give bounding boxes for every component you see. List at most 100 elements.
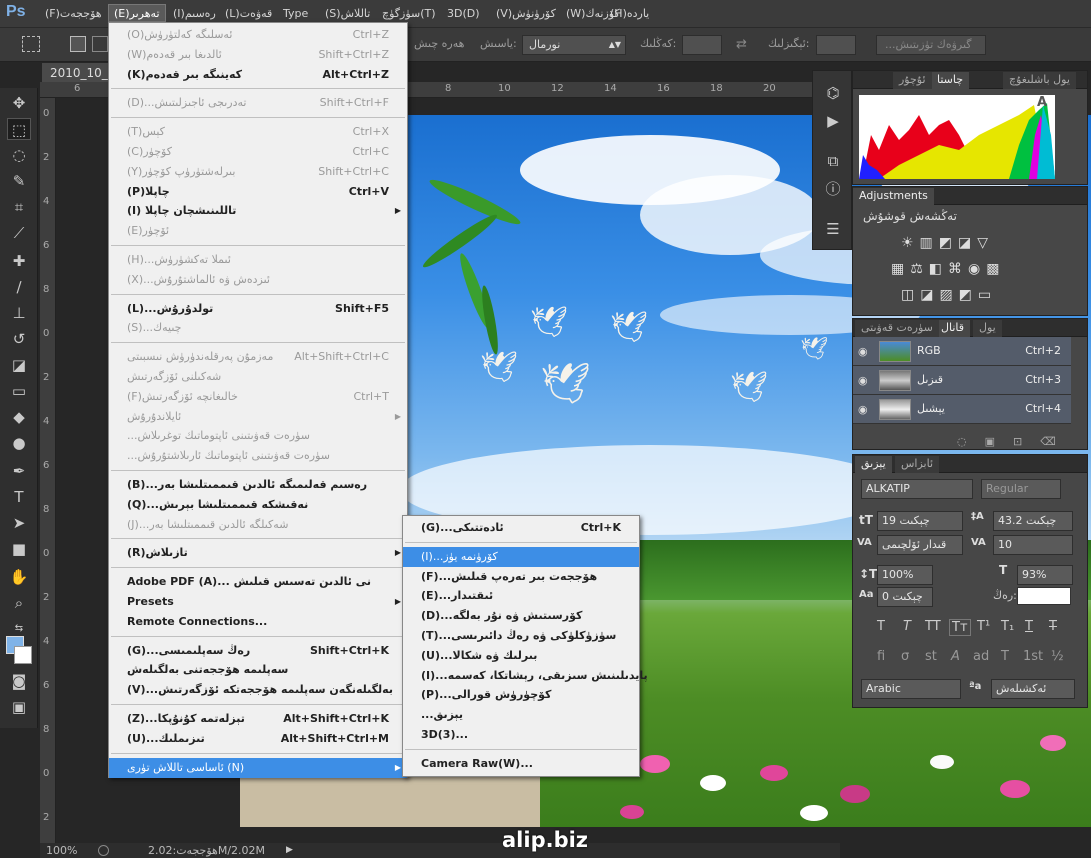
menu-select[interactable]: (S)تاللاش — [320, 5, 375, 23]
menu-item[interactable]: (P)چاپلا Ctrl+V — [109, 182, 407, 202]
marquee-preset-icon[interactable] — [22, 36, 40, 52]
crop-tool-icon[interactable]: ⌗ — [7, 196, 31, 218]
ordinals-button[interactable]: 1st — [1023, 649, 1043, 664]
vertical-scale-input[interactable]: 100% — [877, 565, 933, 585]
menu-filter[interactable]: سۈزگۈچ(T) — [377, 5, 441, 23]
tab-histogram[interactable]: چاستا — [931, 72, 970, 89]
type-tool-icon[interactable]: T — [7, 486, 31, 508]
width-input[interactable] — [682, 35, 722, 55]
menu-item[interactable]: (V)...بەلگىلەنگەن سەپلىمە ھۆججەتكە ئۆزگە… — [109, 680, 407, 700]
menu-item[interactable]: (F)...ھۆججەت بىر تەرەپ قىلىش — [403, 567, 639, 587]
menu-item[interactable]: Camera Raw(W)... — [403, 754, 639, 774]
baseline-shift-input[interactable]: چېكىت 0 — [877, 587, 933, 607]
menu-item[interactable]: ئاساسى تاللاش تۈرى (N) ▶ — [109, 757, 407, 778]
fractions-button[interactable]: ½ — [1051, 649, 1064, 664]
swash-button[interactable]: A — [951, 649, 960, 664]
tab-paths[interactable]: يول — [973, 320, 1002, 337]
eye-icon[interactable]: ◉ — [858, 345, 868, 358]
menu-item[interactable]: (K)كەينىگە بىر قەدەم Alt+Ctrl+Z — [109, 65, 407, 85]
brush-tool-icon[interactable]: ∕ — [7, 276, 31, 298]
adjustments-row-2[interactable]: ▦⚖◧⌘◉▩ — [891, 261, 1005, 277]
menu-file[interactable]: (F)ھۆججەت — [40, 5, 107, 23]
tab-channels[interactable]: قانال — [935, 320, 971, 337]
stylistic-alternates-button[interactable]: ad — [973, 649, 989, 664]
history-icon[interactable]: ⌬ — [823, 83, 843, 103]
marquee-tool-icon[interactable]: ⬚ — [7, 118, 31, 140]
blur-tool-icon[interactable]: ◆ — [7, 406, 31, 428]
eraser-tool-icon[interactable]: ◪ — [7, 354, 31, 376]
subscript-button[interactable]: T₁ — [1001, 619, 1014, 634]
menu-item[interactable]: ...يېزىق — [403, 705, 639, 725]
healing-brush-icon[interactable]: ✚ — [7, 250, 31, 272]
menu-item[interactable]: (I)...كۆرۈنمە يۈز — [403, 546, 639, 567]
gradient-tool-icon[interactable]: ▭ — [7, 380, 31, 402]
font-family-select[interactable]: ALKATIP — [861, 479, 973, 499]
text-color-swatch[interactable] — [1017, 587, 1071, 605]
channel-row[interactable]: ◉ قىزىل Ctrl+3 — [853, 366, 1071, 395]
menu-item[interactable]: (B)...رەسىم قەلىمىگە ئالدىن قىممىتلىشا ب… — [109, 475, 407, 495]
menu-item[interactable]: (D)...كۆرسىتىش ۋە نۇر بەلگە — [403, 606, 639, 626]
zoom-level[interactable]: 100% — [46, 843, 77, 858]
underline-button[interactable]: T — [1025, 619, 1033, 634]
ligature-button[interactable]: fi — [877, 649, 885, 664]
superscript-button[interactable]: T¹ — [977, 619, 990, 634]
quick-select-tool-icon[interactable]: ✎ — [7, 170, 31, 192]
layer-comps-icon[interactable]: ⧉ — [823, 151, 843, 171]
tab-layers[interactable]: سۈرەت قەۋىتى — [855, 320, 939, 337]
all-caps-button[interactable]: TT — [925, 619, 941, 634]
history-brush-icon[interactable]: ↺ — [7, 328, 31, 350]
titling-button[interactable]: T — [1001, 649, 1009, 664]
menu-3d[interactable]: 3D(D) — [442, 5, 485, 23]
small-caps-button[interactable]: Tт — [949, 619, 971, 636]
lasso-tool-icon[interactable]: ◌ — [7, 144, 31, 166]
tab-adjustments[interactable]: Adjustments — [853, 188, 934, 205]
height-input[interactable] — [816, 35, 856, 55]
menu-item[interactable]: (G)...ئادەتتىكى Ctrl+K — [403, 518, 639, 538]
pen-tool-icon[interactable]: ✒ — [7, 460, 31, 482]
menu-item[interactable]: سەپلىمە ھۆججەتنى بەلگىلەش — [109, 660, 407, 680]
zoom-tool-icon[interactable]: ⌕ — [7, 592, 31, 614]
style-select[interactable]: نورمال ▲▼ — [522, 35, 626, 55]
adjustments-row-1[interactable]: ☀▥◩◪▽ — [901, 235, 994, 251]
menu-item[interactable]: (I)...پايدىلىنىش سىزىقى، رېشاتكا، كەسمە — [403, 666, 648, 686]
menu-item[interactable]: (Q)...نەقىشكە قىممىتلىشا بېرىش — [109, 495, 407, 515]
info-panel-icon[interactable]: ⓘ — [823, 179, 843, 199]
eyedropper-tool-icon[interactable]: ⟋ — [7, 222, 31, 244]
menu-image[interactable]: (I)رەسىم — [168, 5, 221, 23]
kerning-select[interactable]: قىدار ئۆلچىمى — [877, 535, 963, 555]
font-style-select[interactable]: Regular — [981, 479, 1061, 499]
path-select-tool-icon[interactable]: ➤ — [7, 512, 31, 534]
menu-item[interactable]: Remote Connections... — [109, 612, 407, 632]
tab-character[interactable]: يېزىق — [855, 456, 892, 473]
tab-navigator[interactable]: يول باشلىغۇچ — [1003, 72, 1076, 89]
language-select[interactable]: Arabic — [861, 679, 961, 699]
channel-row[interactable]: ◉ يېشىل Ctrl+4 — [853, 395, 1071, 424]
swap-icon[interactable]: ⇄ — [736, 37, 747, 52]
font-size-input[interactable]: چېكىت 19 — [877, 511, 963, 531]
stamp-tool-icon[interactable]: ⊥ — [7, 302, 31, 324]
menu-edit[interactable]: (E)تەھرىر — [108, 4, 166, 22]
leading-input[interactable]: چېكىت 43.2 — [993, 511, 1073, 531]
new-selection-icon[interactable] — [70, 36, 86, 52]
adjustments-row-3[interactable]: ◫◪▨◩▭ — [901, 287, 997, 303]
menu-layer[interactable]: (L)قەۋەت — [220, 5, 277, 23]
screen-mode-icon[interactable]: ▣ — [7, 696, 31, 718]
strikethrough-button[interactable]: T — [1049, 619, 1057, 634]
refine-edge-button[interactable]: ...گىرۋەك تۈزىتىش — [876, 35, 986, 55]
move-tool-icon[interactable]: ✥ — [7, 92, 31, 114]
menu-item[interactable]: Presets ▶ — [109, 592, 407, 612]
properties-icon[interactable]: ☰ — [823, 219, 843, 239]
tab-info[interactable]: ئۇچۇر — [893, 72, 932, 89]
channel-row[interactable]: ◉ RGB Ctrl+2 — [853, 337, 1071, 366]
menu-item[interactable]: (G)...رەڭ سەپلىمىسى Shift+Ctrl+K — [109, 641, 407, 661]
menu-item[interactable]: (L)...تولدۇرۇش Shift+F5 — [109, 299, 407, 319]
menu-item[interactable]: (P)...كۆچۈرۈش قورالى — [403, 685, 639, 705]
menu-item[interactable]: Adobe PDF (A)... نى ئالدىن تەسىس قىلىش — [109, 572, 407, 592]
menu-item[interactable]: (U)...تىزىملىك Alt+Shift+Ctrl+M — [109, 729, 407, 749]
add-selection-icon[interactable] — [92, 36, 108, 52]
menu-item[interactable]: (T)...سۈزۈكلۈكى ۋە رەڭ دائىرىسى — [403, 626, 639, 646]
menu-item[interactable]: (R)تازىلاش ▶ — [109, 543, 407, 563]
menu-type[interactable]: Type — [278, 5, 313, 23]
menu-item[interactable]: (I) تاللىنىشچان چاپلا ▶ — [109, 201, 407, 221]
quick-mask-icon[interactable]: ◙ — [7, 670, 31, 692]
